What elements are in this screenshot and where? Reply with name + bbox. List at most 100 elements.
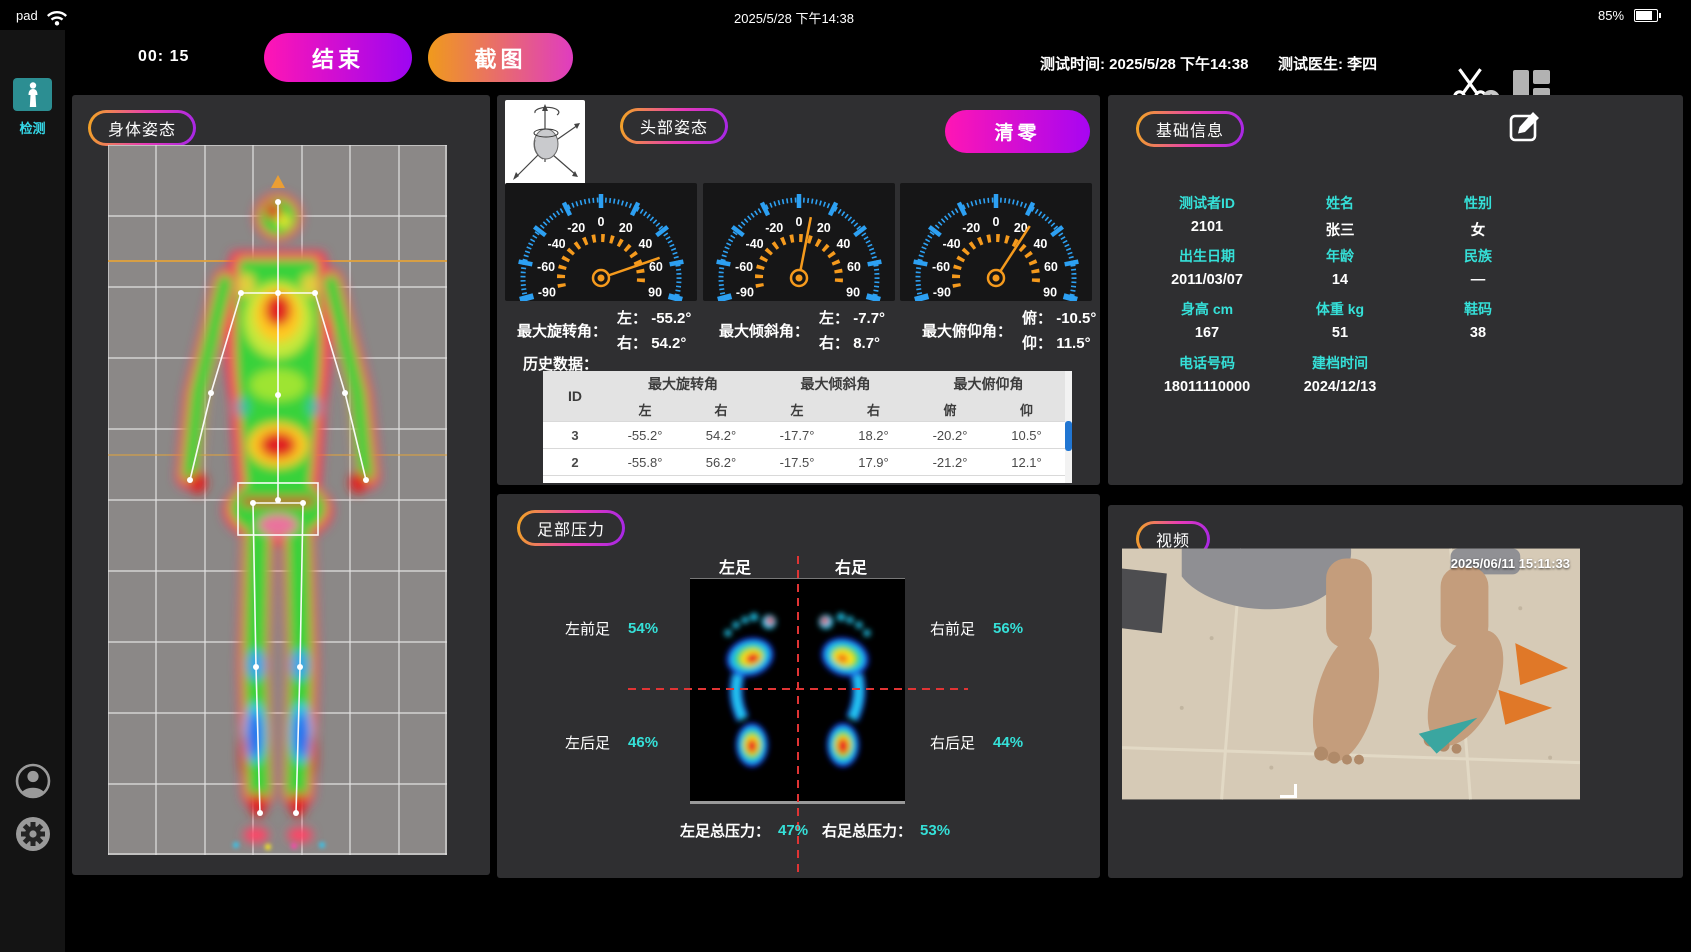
col-rotation: 最大旋转角	[607, 371, 759, 397]
table-row: 1 -56.1°55.7° -17.5°18.5° -22.2°11.5°	[543, 476, 1065, 484]
wifi-icon	[44, 5, 70, 27]
head-posture-panel: 头部姿态 清零 -90-60-40-20020406090 -90-60-40-…	[497, 95, 1100, 485]
reset-button[interactable]: 清零	[945, 110, 1090, 153]
gauge-pitch: -90-60-40-20020406090	[900, 183, 1092, 301]
battery-percent: 85%	[1598, 8, 1624, 23]
gauge-tilt-dial: -90 -60 -40-20 0 20 40 60 90	[703, 183, 895, 301]
test-doctor-text: 测试医生: 李四	[1278, 53, 1377, 74]
left-rearfoot-region: 左后足46%	[565, 732, 658, 753]
left-foot-header: 左足	[719, 554, 751, 578]
head-posture-title: 头部姿态	[620, 108, 728, 144]
gauge-rotation: -90 -60 -40-20 0 20 40 60 90	[505, 183, 697, 301]
right-rearfoot-region: 右后足44%	[930, 732, 1023, 753]
svg-text:60: 60	[847, 260, 861, 274]
video-timestamp: 2025/06/11 15:11:33	[1451, 556, 1570, 571]
app-window: pad 2025/5/28 下午14:38 85% 检测	[0, 0, 1691, 952]
svg-text:-90: -90	[538, 285, 556, 299]
metric-rotation: 最大旋转角： 左： -55.2° 右： 54.2°	[517, 307, 691, 353]
svg-text:90: 90	[648, 285, 662, 299]
svg-text:20: 20	[619, 221, 633, 235]
field-value: 2024/12/13	[1255, 379, 1425, 395]
svg-text:-20: -20	[962, 221, 980, 235]
svg-text:60: 60	[1044, 260, 1058, 274]
svg-text:-40: -40	[746, 237, 764, 251]
battery-icon	[1634, 9, 1658, 22]
foot-pressure-panel: 足部压力 左足 右足	[497, 494, 1100, 878]
field-label: 性别	[1393, 193, 1563, 213]
field-value: —	[1393, 272, 1563, 288]
field-label: 民族	[1393, 246, 1563, 266]
field-label: 建档时间	[1255, 353, 1425, 373]
field-label: 鞋码	[1393, 299, 1563, 319]
left-forefoot-region: 左前足54%	[565, 618, 658, 639]
gauge-rotation-dial: -90 -60 -40-20 0 20 40 60 90	[505, 183, 697, 301]
table-scrollbar-thumb[interactable]	[1065, 421, 1072, 451]
sidebar: 检测	[0, 30, 65, 952]
status-datetime: 2025/5/28 下午14:38	[734, 8, 854, 27]
svg-text:60: 60	[649, 260, 663, 274]
metric-tilt: 最大倾斜角： 左： -7.7° 右： 8.7°	[719, 307, 885, 353]
right-foot-header: 右足	[835, 554, 867, 578]
svg-text:40: 40	[836, 237, 850, 251]
col-pitch: 最大俯仰角	[912, 371, 1065, 397]
svg-text:0: 0	[993, 215, 1000, 229]
screenshot-button[interactable]: 截图	[428, 33, 573, 82]
svg-text:-20: -20	[765, 221, 783, 235]
svg-text:-60: -60	[932, 260, 950, 274]
video-still-image	[1122, 548, 1580, 800]
basic-info-panel: 基础信息 测试者ID 姓名 性别 2101 张三 女 出生日期 年龄 民族 20…	[1108, 95, 1683, 485]
metric-pitch-down: 俯： -10.5°	[1022, 307, 1096, 328]
basic-info-title: 基础信息	[1136, 111, 1244, 147]
svg-text:0: 0	[598, 215, 605, 229]
metric-tilt-left: 左： -7.7°	[819, 307, 885, 328]
video-frame[interactable]: 2025/06/11 15:11:33	[1122, 548, 1580, 800]
field-value: 38	[1393, 325, 1563, 341]
end-button[interactable]: 结束	[264, 33, 412, 82]
settings-gear-icon[interactable]	[14, 815, 52, 853]
svg-text:-40: -40	[943, 237, 961, 251]
device-name: pad	[16, 8, 38, 23]
svg-text:-40: -40	[548, 237, 566, 251]
foot-pressure-title: 足部压力	[517, 510, 625, 546]
svg-text:90: 90	[1043, 285, 1057, 299]
svg-text:-90: -90	[736, 285, 754, 299]
head-axes-thumbnail	[505, 100, 585, 186]
svg-text:-90: -90	[933, 285, 951, 299]
user-account-icon[interactable]	[14, 762, 52, 800]
right-forefoot-region: 右前足56%	[930, 618, 1023, 639]
person-icon	[25, 82, 41, 108]
field-value: 女	[1393, 219, 1563, 240]
col-id: ID	[543, 371, 607, 422]
session-timer: 00: 15	[138, 48, 189, 66]
table-row: 3 -55.2°54.2° -17.7°18.2° -20.2°10.5°	[543, 422, 1065, 449]
test-time-text: 测试时间: 2025/5/28 下午14:38	[1040, 53, 1248, 74]
table-row: 2 -55.8°56.2° -17.5°17.9° -21.2°12.1°	[543, 449, 1065, 476]
svg-text:90: 90	[846, 285, 860, 299]
sidebar-item-detect[interactable]	[13, 78, 52, 111]
status-bar: pad 2025/5/28 下午14:38 85%	[0, 0, 1691, 30]
body-thermal-scan	[108, 145, 447, 855]
edit-icon[interactable]	[1508, 109, 1542, 143]
crosshair-horizontal	[628, 688, 968, 690]
svg-text:40: 40	[638, 237, 652, 251]
svg-text:0: 0	[796, 215, 803, 229]
svg-text:20: 20	[817, 221, 831, 235]
metric-pitch: 最大俯仰角： 俯： -10.5° 仰： 11.5°	[922, 307, 1096, 353]
gauge-pitch-dial: -90-60-40-20020406090	[900, 183, 1092, 301]
gauge-tilt: -90 -60 -40-20 0 20 40 60 90	[703, 183, 895, 301]
svg-text:-20: -20	[567, 221, 585, 235]
left-total-pressure: 左足总压力：47%	[680, 820, 808, 841]
svg-text:-60: -60	[735, 260, 753, 274]
sidebar-item-detect-label: 检测	[0, 118, 65, 137]
video-panel: 视频	[1108, 505, 1683, 878]
metric-tilt-right: 右： 8.7°	[819, 332, 885, 353]
svg-text:40: 40	[1033, 237, 1047, 251]
svg-text:-60: -60	[537, 260, 555, 274]
fullscreen-corner-icon[interactable]	[1280, 784, 1297, 798]
right-total-pressure: 右足总压力：53%	[822, 820, 950, 841]
body-posture-panel: 身体姿态	[72, 95, 490, 875]
col-tilt: 最大倾斜角	[759, 371, 912, 397]
metric-rotation-left: 左： -55.2°	[617, 307, 691, 328]
metric-pitch-up: 仰： 11.5°	[1022, 332, 1096, 353]
history-table: ID 最大旋转角 最大倾斜角 最大俯仰角 左 右 左 右 俯 仰 3 -55.2…	[543, 371, 1065, 483]
